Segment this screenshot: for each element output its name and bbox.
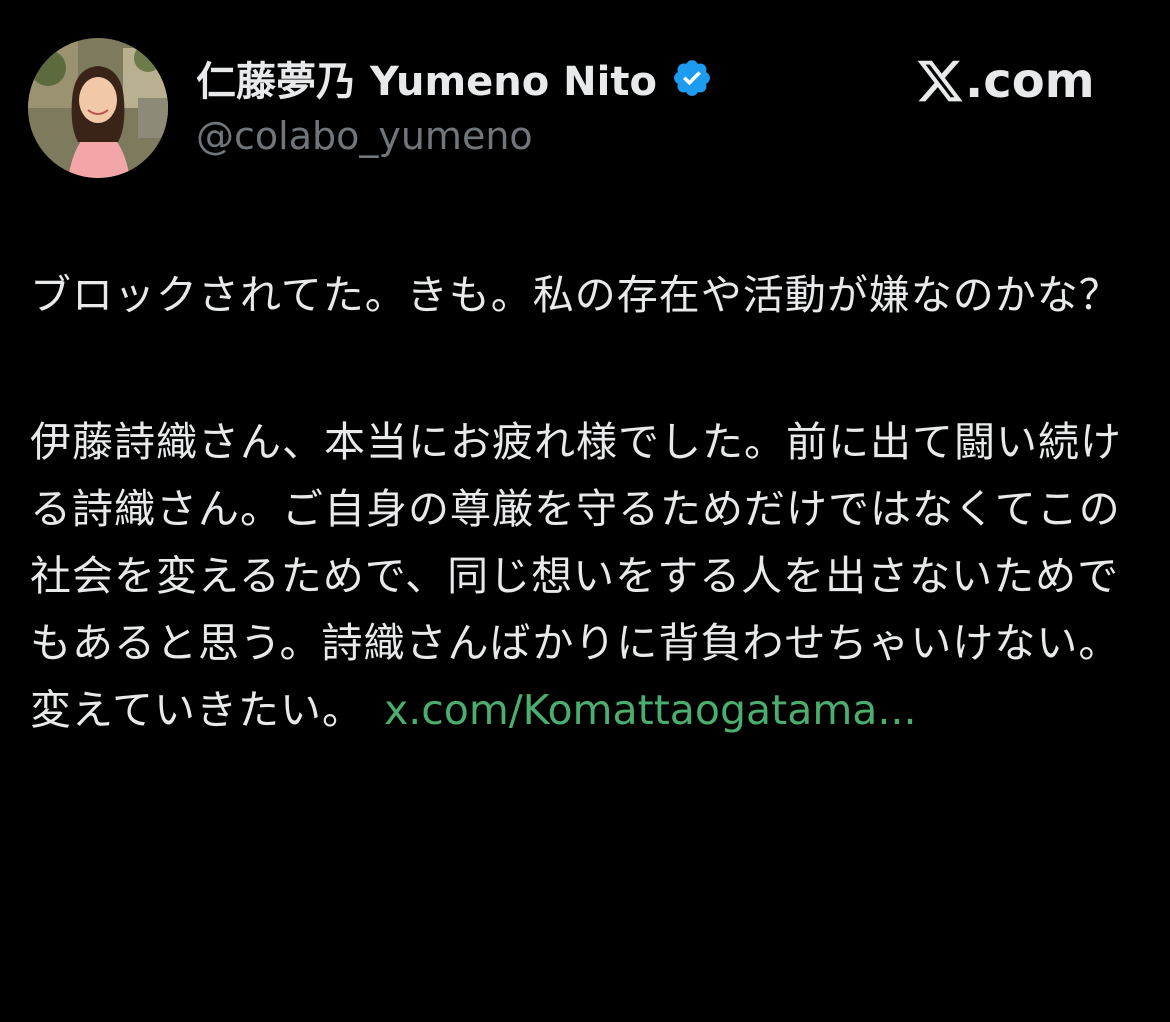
tweet-paragraph-1: ブロックされてた。きも。私の存在や活動が嫌なのかな？ xyxy=(30,271,1121,319)
name-row: 仁藤夢乃 Yumeno Nito xyxy=(196,50,713,106)
x-logo-icon xyxy=(915,56,965,106)
author-block: 仁藤夢乃 Yumeno Nito @colabo_yumeno xyxy=(196,50,713,158)
quoted-link[interactable]: x.com/Komattaogatama... xyxy=(384,686,917,734)
tweet-paragraph-2: 伊藤詩織さん、本当にお疲れ様でした。前に出て闘い続ける詩織さん。ご自身の尊厳を守… xyxy=(30,409,1150,744)
verified-badge-icon xyxy=(671,57,713,99)
tweet-text: ブロックされてた。きも。私の存在や活動が嫌なのかな？ 伊藤詩織さん、本当にお疲れ… xyxy=(30,262,1150,744)
avatar[interactable] xyxy=(28,38,168,178)
tweet-header: 仁藤夢乃 Yumeno Nito @colabo_yumeno .com xyxy=(0,0,1170,200)
brand-text: .com xyxy=(965,53,1095,109)
author-handle[interactable]: @colabo_yumeno xyxy=(196,114,713,158)
display-name[interactable]: 仁藤夢乃 Yumeno Nito xyxy=(196,49,657,107)
brand-watermark: .com xyxy=(915,46,1095,116)
